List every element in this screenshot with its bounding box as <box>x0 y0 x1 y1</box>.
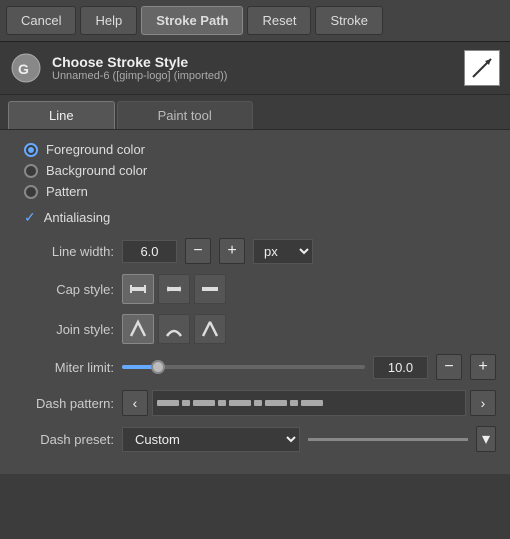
dash-preset-container: Custom Solid Dashed Dotted ▾ <box>122 426 496 452</box>
slider-thumb[interactable] <box>151 360 165 374</box>
join-style-row: Join style: <box>14 314 496 344</box>
join-style-group <box>122 314 226 344</box>
dash-seg-4 <box>218 400 226 406</box>
slider-track <box>122 365 365 369</box>
dash-pattern-row: Dash pattern: ‹ › <box>14 390 496 416</box>
radio-pattern-label: Pattern <box>46 184 88 199</box>
radio-foreground[interactable]: Foreground color <box>24 142 496 157</box>
line-width-unit-select[interactable]: px mm in <box>253 239 313 264</box>
tab-paint-tool[interactable]: Paint tool <box>117 101 253 129</box>
dash-seg-7 <box>265 400 287 406</box>
join-miter-button[interactable] <box>122 314 154 344</box>
line-width-row: Line width: − + px mm in <box>14 238 496 264</box>
miter-limit-row: Miter limit: − + <box>14 354 496 380</box>
help-button[interactable]: Help <box>80 6 137 35</box>
radio-pattern-indicator <box>24 185 38 199</box>
line-width-label: Line width: <box>14 244 114 259</box>
tab-bar: Line Paint tool <box>0 95 510 130</box>
line-width-decrease-button[interactable]: − <box>185 238 211 264</box>
check-icon: ✓ <box>24 209 36 226</box>
dash-pattern-inner <box>153 391 465 415</box>
join-bevel-button[interactable] <box>194 314 226 344</box>
line-width-input[interactable] <box>122 240 177 263</box>
radio-background-label: Background color <box>46 163 147 178</box>
cap-style-label: Cap style: <box>14 282 114 297</box>
content-area: Foreground color Background color Patter… <box>0 130 510 474</box>
radio-pattern[interactable]: Pattern <box>24 184 496 199</box>
cancel-button[interactable]: Cancel <box>6 6 76 35</box>
dash-seg-2 <box>182 400 190 406</box>
dash-pattern-container: ‹ › <box>122 390 496 416</box>
dash-next-button[interactable]: › <box>470 390 496 416</box>
cap-butt-button[interactable] <box>122 274 154 304</box>
preset-dropdown-button[interactable]: ▾ <box>476 426 496 452</box>
dash-seg-5 <box>229 400 251 406</box>
cap-round-button[interactable] <box>158 274 190 304</box>
svg-text:G: G <box>18 61 29 77</box>
dash-pattern-label: Dash pattern: <box>14 396 114 411</box>
dash-prev-button[interactable]: ‹ <box>122 390 148 416</box>
antialiasing-checkbox[interactable]: ✓ Antialiasing <box>14 209 496 226</box>
cap-style-group <box>122 274 226 304</box>
line-width-increase-button[interactable]: + <box>219 238 245 264</box>
join-round-button[interactable] <box>158 314 190 344</box>
dash-preset-select[interactable]: Custom Solid Dashed Dotted <box>122 427 300 452</box>
antialiasing-label: Antialiasing <box>44 210 111 225</box>
header-section: G Choose Stroke Style Unnamed-6 ([gimp-l… <box>0 42 510 95</box>
tab-line[interactable]: Line <box>8 101 115 129</box>
dialog-subtitle: Unnamed-6 ([gimp-logo] (imported)) <box>52 70 227 82</box>
dialog-title: Choose Stroke Style <box>52 54 227 70</box>
preview-thumbnail <box>464 50 500 86</box>
join-style-label: Join style: <box>14 322 114 337</box>
header-text: Choose Stroke Style Unnamed-6 ([gimp-log… <box>52 54 227 82</box>
miter-limit-input[interactable] <box>373 356 428 379</box>
toolbar: Cancel Help Stroke Path Reset Stroke <box>0 0 510 42</box>
cap-square-button[interactable] <box>194 274 226 304</box>
reset-button[interactable]: Reset <box>247 6 311 35</box>
dash-seg-9 <box>301 400 323 406</box>
radio-foreground-label: Foreground color <box>46 142 145 157</box>
miter-increase-button[interactable]: + <box>470 354 496 380</box>
miter-limit-slider[interactable] <box>122 357 365 377</box>
stroke-path-button[interactable]: Stroke Path <box>141 6 243 35</box>
preset-line-preview <box>308 438 468 441</box>
miter-limit-label: Miter limit: <box>14 360 114 375</box>
gimp-icon: G <box>10 52 42 84</box>
cap-style-row: Cap style: <box>14 274 496 304</box>
dash-seg-6 <box>254 400 262 406</box>
dash-pattern-track <box>152 390 466 416</box>
radio-background-indicator <box>24 164 38 178</box>
dash-preset-row: Dash preset: Custom Solid Dashed Dotted … <box>14 426 496 452</box>
color-source-group: Foreground color Background color Patter… <box>14 142 496 199</box>
miter-decrease-button[interactable]: − <box>436 354 462 380</box>
dash-seg-1 <box>157 400 179 406</box>
radio-foreground-indicator <box>24 143 38 157</box>
dash-preset-label: Dash preset: <box>14 432 114 447</box>
radio-background[interactable]: Background color <box>24 163 496 178</box>
dash-seg-8 <box>290 400 298 406</box>
stroke-button[interactable]: Stroke <box>315 6 383 35</box>
dash-seg-3 <box>193 400 215 406</box>
